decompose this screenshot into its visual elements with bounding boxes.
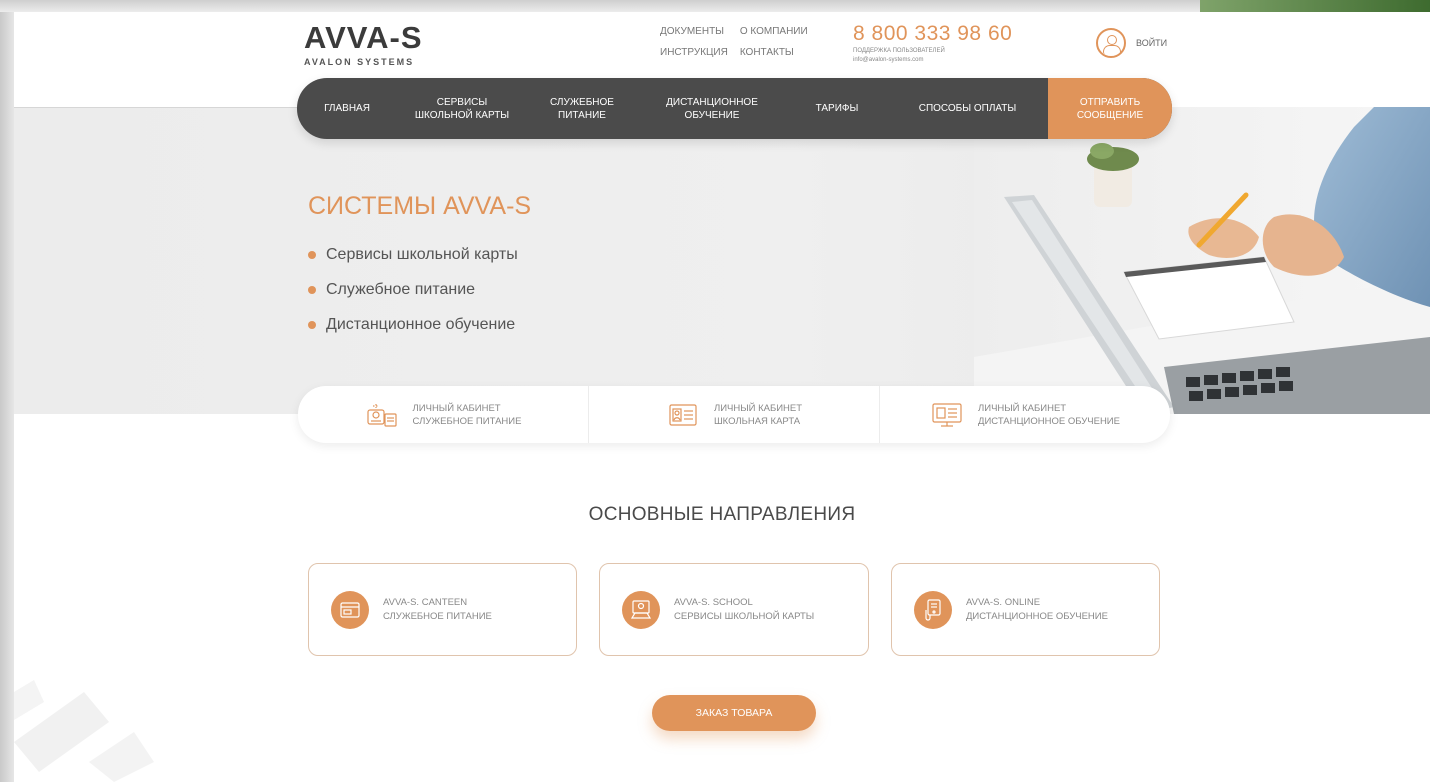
card-label: AVVA-S. CANTEEN СЛУЖЕБНОЕ ПИТАНИЕ <box>383 596 492 624</box>
list-item: Служебное питание <box>308 281 518 299</box>
nav-label-line2: ПИТАНИЕ <box>558 109 606 121</box>
bullet-icon <box>308 286 316 294</box>
decorative-shapes <box>14 680 154 782</box>
logo-mark: AVVA-S <box>304 20 423 55</box>
cta-label: ОТПРАВИТЬ <box>1079 96 1141 108</box>
link-contacts[interactable]: КОНТАКТЫ <box>740 47 808 58</box>
cabinet-label-line1: ЛИЧНЫЙ КАБИНЕТ <box>713 402 803 414</box>
web-page: AVVA-S AVALON SYSTEMS ДОКУМЕНТЫ О КОМПАН… <box>14 12 1430 782</box>
cabinet-label: ЛИЧНЫЙ КАБИНЕТ ШКОЛЬНАЯ КАРТА <box>714 402 802 428</box>
direction-card-online[interactable]: AVVA-S. ONLINE ДИСТАНЦИОННОЕ ОБУЧЕНИЕ <box>891 563 1160 656</box>
link-instructions[interactable]: ИНСТРУКЦИЯ <box>660 47 728 58</box>
main-nav: ГЛАВНАЯ СЕРВИСЫ ШКОЛЬНОЙ КАРТЫ СЛУЖЕБНОЕ П… <box>297 78 1172 139</box>
cabinet-label-line2: ШКОЛЬНАЯ КАРТА <box>713 415 801 427</box>
card-terminal-icon <box>331 590 369 629</box>
login-label: ВОЙТИ <box>1136 38 1168 48</box>
nav-label: ГЛАВНАЯ <box>324 103 370 114</box>
send-message-button[interactable]: ОТПРАВИТЬ СООБЩЕНИЕ <box>1048 78 1172 139</box>
card-label-line2: СЛУЖЕБНОЕ ПИТАНИЕ <box>383 610 492 622</box>
card-label-line2: ДИСТАНЦИОННОЕ ОБУЧЕНИЕ <box>966 610 1108 622</box>
nav-label: СЛУЖЕБНОЕ <box>550 96 614 108</box>
cabinet-label-line2: СЛУЖЕБНОЕ ПИТАНИЕ <box>412 415 522 427</box>
nav-label-line2: ШКОЛЬНОЙ КАРТЫ <box>414 109 510 121</box>
nav-label: СПОСОБЫ ОПЛАТЫ <box>918 103 1017 114</box>
cabinet-distance-learning[interactable]: ЛИЧНЫЙ КАБИНЕТ ДИСТАНЦИОННОЕ ОБУЧЕНИЕ <box>880 386 1170 443</box>
support-label: ПОДДЕРЖКА ПОЛЬЗОВАТЕЛЕЙ <box>853 48 945 54</box>
nav-item-payment-methods[interactable]: СПОСОБЫ ОПЛАТЫ <box>887 78 1048 139</box>
hero-photo-workspace <box>974 107 1430 414</box>
direction-card-canteen[interactable]: AVVA-S. CANTEEN СЛУЖЕБНОЕ ПИТАНИЕ <box>308 563 577 656</box>
school-card-icon <box>622 590 660 629</box>
nav-label: СЕРВИСЫ <box>436 96 488 108</box>
cabinet-label-line1: ЛИЧНЫЙ КАБИНЕТ <box>412 402 501 414</box>
online-device-icon <box>914 590 952 629</box>
nav-item-home[interactable]: ГЛАВНАЯ <box>297 78 397 139</box>
card-label-line1: AVVA-S. CANTEEN <box>383 596 468 608</box>
window-frame-left <box>0 0 14 782</box>
bullet-icon <box>308 321 316 329</box>
nav-item-distance-learning[interactable]: ДИСТАНЦИОННОЕ ОБУЧЕНИЕ <box>637 78 787 139</box>
cabinet-label-line2: ДИСТАНЦИОННОЕ ОБУЧЕНИЕ <box>978 415 1120 427</box>
direction-card-school[interactable]: AVVA-S. SCHOOL СЕРВИСЫ ШКОЛЬНОЙ КАРТЫ <box>599 563 869 656</box>
cabinet-school-card[interactable]: ЛИЧНЫЙ КАБИНЕТ ШКОЛЬНАЯ КАРТА <box>589 386 880 443</box>
hero-title: СИСТЕМЫ AVVA-S <box>308 192 532 220</box>
card-label: AVVA-S. SCHOOL СЕРВИСЫ ШКОЛЬНОЙ КАРТЫ <box>674 596 814 624</box>
phone-number[interactable]: 8 800 333 98 60 <box>853 22 1012 46</box>
top-links: ДОКУМЕНТЫ О КОМПАНИИ ИНСТРУКЦИЯ КОНТАКТЫ <box>660 26 808 58</box>
order-goods-button[interactable]: ЗАКАЗ ТОВАРА <box>652 695 816 731</box>
cabinet-label: ЛИЧНЫЙ КАБИНЕТ ДИСТАНЦИОННОЕ ОБУЧЕНИЕ <box>978 402 1120 428</box>
user-icon <box>1096 28 1126 58</box>
nav-item-school-card[interactable]: СЕРВИСЫ ШКОЛЬНОЙ КАРТЫ <box>397 78 527 139</box>
login-button[interactable]: ВОЙТИ <box>1096 28 1167 58</box>
list-item: Дистанционное обучение <box>308 316 518 334</box>
cabinet-label: ЛИЧНЫЙ КАБИНЕТ СЛУЖЕБНОЕ ПИТАНИЕ <box>413 402 522 428</box>
nav-item-tariffs[interactable]: ТАРИФЫ <box>787 78 887 139</box>
nav-label-line2: ОБУЧЕНИЕ <box>684 109 740 121</box>
canteen-icon <box>366 403 397 427</box>
list-item-text: Служебное питание <box>326 281 476 298</box>
nav-item-canteen[interactable]: СЛУЖЕБНОЕ ПИТАНИЕ <box>527 78 637 139</box>
hero-feature-list: Сервисы школьной карты Служебное питание… <box>308 246 518 351</box>
site-logo[interactable]: AVVA-S AVALON SYSTEMS <box>304 20 423 68</box>
directions-cards: AVVA-S. CANTEEN СЛУЖЕБНОЕ ПИТАНИЕ AVVA-S.… <box>308 563 1160 656</box>
card-label: AVVA-S. ONLINE ДИСТАНЦИОННОЕ ОБУЧЕНИЕ <box>966 596 1108 624</box>
card-label-line2: СЕРВИСЫ ШКОЛЬНОЙ КАРТЫ <box>674 610 815 622</box>
personal-cabinets-bar: ЛИЧНЫЙ КАБИНЕТ СЛУЖЕБНОЕ ПИТАНИЕ ЛИЧНЫЙ К… <box>298 386 1170 443</box>
link-documents[interactable]: ДОКУМЕНТЫ <box>660 26 728 37</box>
list-item-text: Сервисы школьной карты <box>326 246 518 263</box>
list-item: Сервисы школьной карты <box>308 246 518 264</box>
list-item-text: Дистанционное обучение <box>326 316 516 333</box>
link-about[interactable]: О КОМПАНИИ <box>740 26 808 37</box>
cabinet-canteen[interactable]: ЛИЧНЫЙ КАБИНЕТ СЛУЖЕБНОЕ ПИТАНИЕ <box>298 386 589 443</box>
section-title: ОСНОВНЫЕ НАПРАВЛЕНИЯ <box>588 504 856 525</box>
card-label-line1: AVVA-S. SCHOOL <box>674 596 753 608</box>
id-card-icon <box>669 403 697 426</box>
cabinet-label-line1: ЛИЧНЫЙ КАБИНЕТ <box>978 402 1067 414</box>
nav-label: ТАРИФЫ <box>815 103 859 114</box>
monitor-icon <box>932 402 962 427</box>
nav-label: ДИСТАНЦИОННОЕ <box>666 96 758 108</box>
bullet-icon <box>308 251 316 259</box>
phone-block: 8 800 333 98 60 ПОДДЕРЖКА ПОЛЬЗОВАТЕЛЕЙ … <box>853 22 1012 64</box>
card-label-line1: AVVA-S. ONLINE <box>966 596 1041 608</box>
support-email[interactable]: info@avalon-systems.com <box>853 56 1012 64</box>
logo-subtitle: AVALON SYSTEMS <box>304 57 415 67</box>
cta-label-line2: СООБЩЕНИЕ <box>1076 109 1144 121</box>
